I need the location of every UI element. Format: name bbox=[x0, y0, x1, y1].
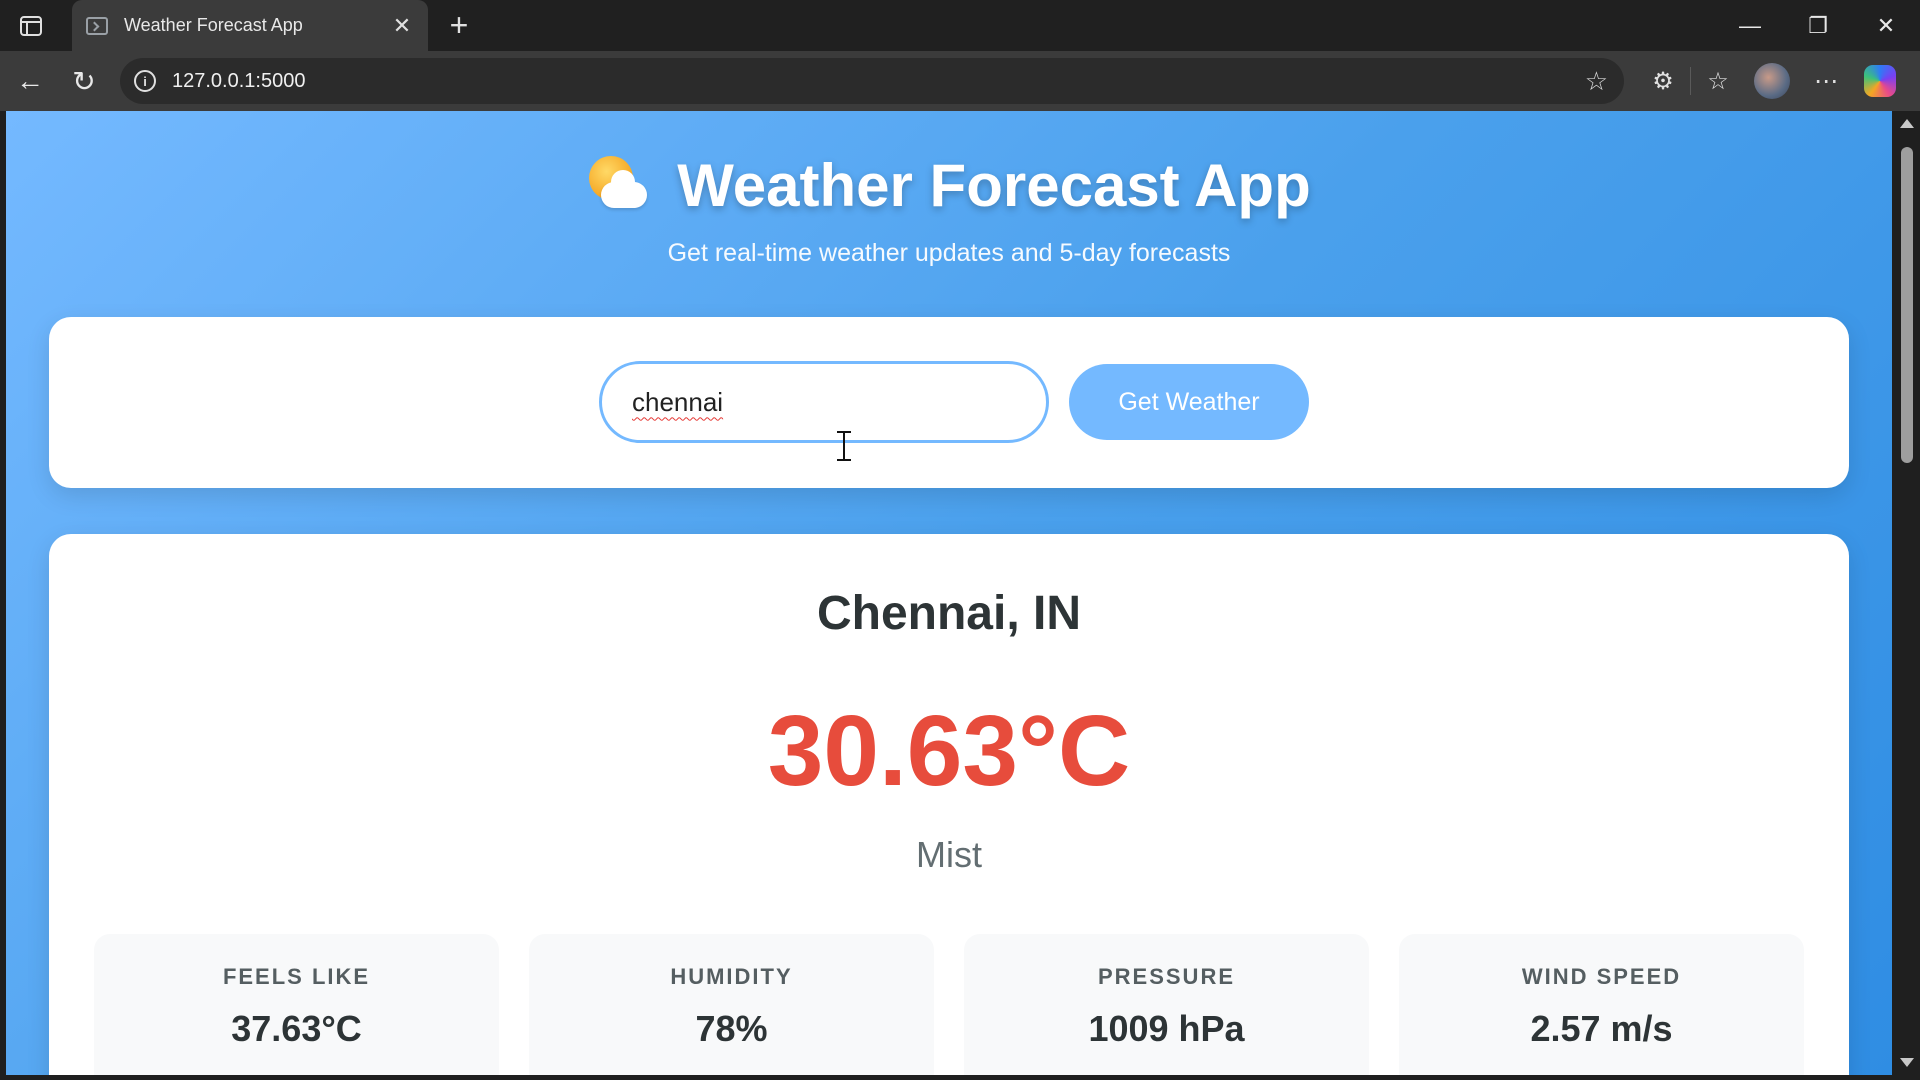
weather-result-card: Chennai, IN 30.63°C Mist FEELS LIKE 37.6… bbox=[49, 534, 1849, 1075]
site-info-icon[interactable]: i bbox=[134, 70, 156, 92]
stat-humidity: HUMIDITY 78% bbox=[529, 934, 934, 1075]
app-header: Weather Forecast App Get real-time weath… bbox=[6, 151, 1892, 268]
profile-avatar[interactable] bbox=[1745, 51, 1799, 111]
window-controls: — ❐ ✕ bbox=[1716, 0, 1920, 51]
stat-label: WIND SPEED bbox=[1521, 964, 1682, 989]
restore-icon[interactable]: ❐ bbox=[1784, 0, 1852, 51]
text-cursor-icon bbox=[837, 431, 851, 461]
weather-description: Mist bbox=[916, 834, 982, 875]
browser-toolbar: ← ↻ i 127.0.0.1:5000 ☆ ⚙ ☆ ⋯ bbox=[0, 51, 1920, 111]
stat-label: PRESSURE bbox=[1097, 964, 1236, 989]
temperature-value: 30.63°C bbox=[767, 695, 1131, 807]
page-subtitle: Get real-time weather updates and 5-day … bbox=[667, 238, 1231, 267]
address-bar[interactable]: i 127.0.0.1:5000 ☆ bbox=[120, 58, 1624, 104]
stat-value: 1009 hPa bbox=[1088, 1008, 1245, 1049]
search-card: chennai Get Weather bbox=[49, 317, 1849, 488]
scroll-up-arrow-icon[interactable] bbox=[1900, 119, 1914, 128]
city-name: Chennai, IN bbox=[816, 587, 1082, 640]
minimize-icon[interactable]: — bbox=[1716, 0, 1784, 51]
refresh-icon[interactable]: ↻ bbox=[57, 51, 111, 111]
extensions-puzzle-icon[interactable]: ⚙ bbox=[1636, 51, 1690, 111]
tab-title: Weather Forecast App bbox=[124, 15, 303, 35]
page-title: Weather Forecast App bbox=[677, 152, 1311, 219]
stat-label: HUMIDITY bbox=[670, 964, 793, 989]
browser-tab[interactable]: Weather Forecast App ✕ bbox=[72, 0, 428, 51]
stat-label: FEELS LIKE bbox=[222, 964, 371, 989]
back-arrow-icon[interactable]: ← bbox=[3, 51, 57, 111]
stat-value: 2.57 m/s bbox=[1530, 1008, 1673, 1049]
favorite-star-icon[interactable]: ☆ bbox=[1585, 66, 1608, 97]
copilot-icon[interactable] bbox=[1853, 51, 1907, 111]
window-bottom-edge bbox=[0, 1075, 1920, 1080]
search-input-value[interactable]: chennai bbox=[632, 387, 723, 418]
stat-wind-speed: WIND SPEED 2.57 m/s bbox=[1399, 934, 1804, 1075]
url-text[interactable]: 127.0.0.1:5000 bbox=[172, 70, 1585, 93]
scrollbar-thumb[interactable] bbox=[1901, 147, 1913, 463]
copilot-logo bbox=[1864, 65, 1896, 97]
new-tab-icon[interactable]: + bbox=[434, 7, 484, 44]
page-viewport: Weather Forecast App Get real-time weath… bbox=[6, 111, 1892, 1075]
stat-value: 37.63°C bbox=[231, 1008, 362, 1049]
stat-pressure: PRESSURE 1009 hPa bbox=[964, 934, 1369, 1075]
weather-stats: FEELS LIKE 37.63°C HUMIDITY 78% PRESSURE… bbox=[94, 934, 1804, 1075]
sun-behind-cloud-icon bbox=[587, 154, 651, 218]
terminal-favicon-icon bbox=[86, 16, 108, 35]
scroll-down-arrow-icon[interactable] bbox=[1900, 1058, 1914, 1067]
close-window-icon[interactable]: ✕ bbox=[1852, 0, 1920, 51]
browser-titlebar: Weather Forecast App ✕ + — ❐ ✕ bbox=[0, 0, 1920, 51]
favorites-list-icon[interactable]: ☆ bbox=[1691, 51, 1745, 111]
tab-actions-icon[interactable] bbox=[0, 0, 62, 51]
vertical-scrollbar[interactable] bbox=[1892, 111, 1920, 1075]
close-tab-icon[interactable]: ✕ bbox=[390, 13, 414, 39]
page-title-row: Weather Forecast App bbox=[587, 151, 1311, 220]
more-menu-icon[interactable]: ⋯ bbox=[1799, 51, 1853, 111]
stat-value: 78% bbox=[695, 1008, 768, 1049]
avatar bbox=[1754, 63, 1790, 99]
stat-feels-like: FEELS LIKE 37.63°C bbox=[94, 934, 499, 1075]
city-search-input[interactable]: chennai bbox=[599, 361, 1049, 443]
get-weather-button[interactable]: Get Weather bbox=[1069, 364, 1309, 440]
